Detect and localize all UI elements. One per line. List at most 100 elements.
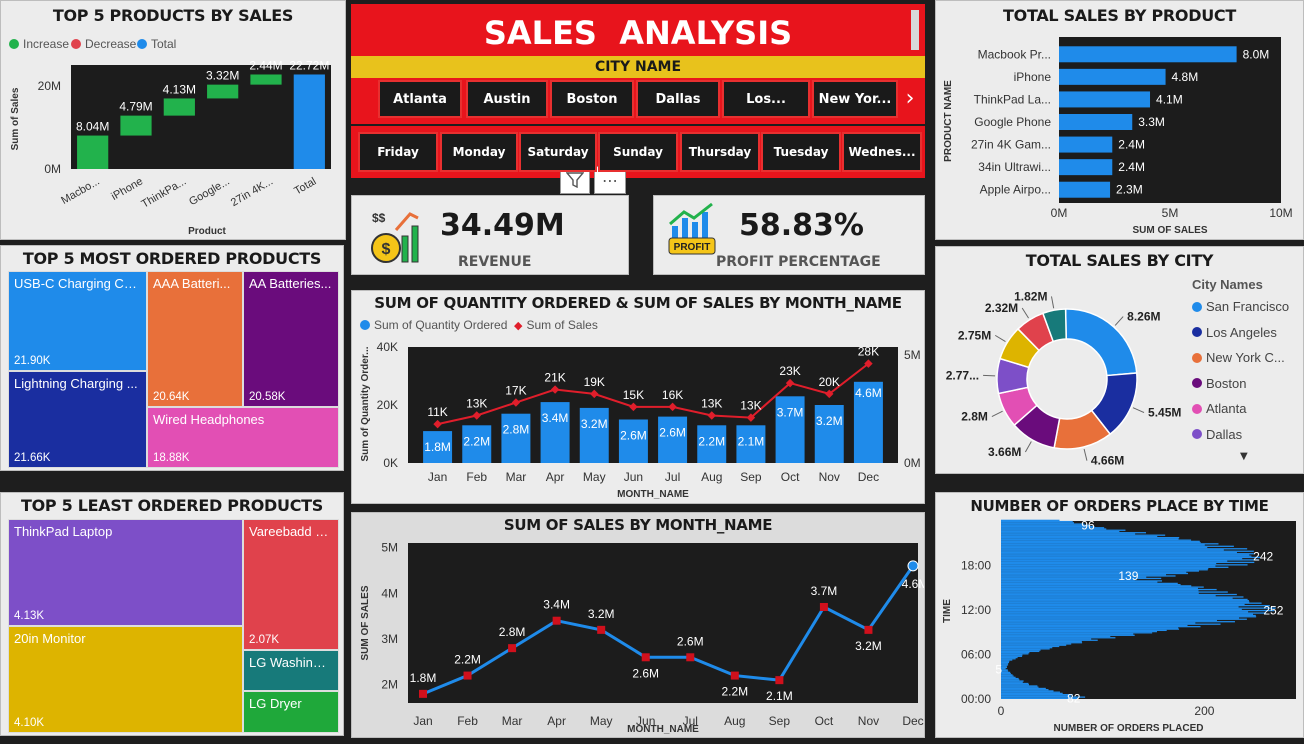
legend-item[interactable]: Boston bbox=[1192, 376, 1246, 391]
treemap-tile-lightning[interactable]: Lightning Charging ... 21.66K bbox=[8, 371, 147, 468]
time-bar bbox=[1001, 655, 1023, 657]
sales-by-product-panel: TOTAL SALES BY PRODUCT 8.0M Macbook Pr...… bbox=[935, 0, 1304, 240]
city-button-4[interactable]: Dallas bbox=[636, 80, 720, 118]
legend-label: Boston bbox=[1206, 375, 1247, 391]
x-tick-label: ThinkPa... bbox=[140, 175, 189, 210]
y-axis-label: Sum of Quantity Order... bbox=[360, 346, 371, 461]
time-bar bbox=[1001, 651, 1030, 654]
time-bar bbox=[1001, 648, 1050, 650]
legend-item[interactable]: Los Angeles bbox=[1192, 325, 1277, 340]
time-bar bbox=[1001, 561, 1255, 564]
qty-sales-chart[interactable]: 0K 20K 40K 0M 5M Sum of Quantity Order... MONT… bbox=[352, 291, 925, 504]
sales-by-product-chart[interactable]: 8.0M Macbook Pr... 4.8M iPhone 4.1M ThinkPad … bbox=[936, 1, 1304, 240]
profit-card: PROFIT 58.83% PROFIT PERCENTAGE bbox=[653, 195, 925, 275]
line-marker bbox=[775, 676, 784, 685]
time-bar bbox=[1001, 595, 1216, 597]
day-button-3[interactable]: Saturday bbox=[519, 132, 597, 172]
time-bar bbox=[1001, 695, 1071, 697]
time-bar bbox=[1001, 614, 1256, 617]
time-bar bbox=[1001, 675, 1014, 677]
sales-data-label: 1.8M bbox=[424, 440, 451, 454]
day-button-5[interactable]: Thursday bbox=[680, 132, 760, 172]
time-bar bbox=[1001, 624, 1188, 627]
city-button-5[interactable]: Los... bbox=[722, 80, 810, 118]
scrollbar-handle[interactable] bbox=[911, 10, 919, 50]
top5-products-panel: TOP 5 PRODUCTS BY SALES Increase Decreas… bbox=[0, 0, 346, 240]
data-label: 3.7M bbox=[811, 584, 838, 598]
time-bar bbox=[1001, 530, 1120, 533]
city-button-3[interactable]: Boston bbox=[550, 80, 634, 118]
treemap-tile-20in-monitor[interactable]: 20in Monitor 4.10K bbox=[8, 626, 243, 733]
time-bar bbox=[1001, 556, 1261, 559]
leader-line bbox=[994, 334, 1006, 343]
time-bar bbox=[1001, 603, 1245, 606]
day-button-6[interactable]: Tuesday bbox=[761, 132, 841, 172]
panel-title: TOP 5 LEAST ORDERED PRODUCTS bbox=[21, 496, 323, 515]
line-marker bbox=[730, 671, 739, 680]
treemap-tile-lg-washing[interactable]: LG Washing ... bbox=[243, 650, 339, 691]
quantity-data-label: 15K bbox=[623, 388, 644, 402]
legend-label: New York C... bbox=[1206, 350, 1285, 365]
x-tick-label: 200 bbox=[1194, 704, 1214, 718]
treemap-tile-aa-batteries[interactable]: AA Batteries... 20.58K bbox=[243, 271, 339, 407]
y-axis-label: SUM OF SALES bbox=[360, 585, 371, 660]
orders-by-time-chart[interactable]: 00:0006:0012:0018:000 200NUMBER OF ORDERS… bbox=[936, 493, 1304, 738]
time-bar bbox=[1001, 689, 1049, 691]
x-tick-label: Jan bbox=[428, 470, 447, 484]
x-tick-label: Apr bbox=[546, 470, 565, 484]
y-tick-label: 20K bbox=[377, 398, 398, 412]
x-tick-label: Sep bbox=[769, 714, 791, 728]
legend-swatch bbox=[1192, 301, 1202, 312]
time-bar bbox=[1001, 551, 1237, 554]
y-tick-label: 3M bbox=[381, 632, 398, 646]
leader-line bbox=[991, 410, 1003, 418]
sales-by-month-chart[interactable]: 2M3M4M5MSUM OF SALESMONTH_NAME1.8MJan2.2… bbox=[352, 513, 925, 738]
treemap-tile-vareebadd[interactable]: Vareebadd P... 2.07K bbox=[243, 519, 339, 650]
treemap-tile-lg-dryer[interactable]: LG Dryer bbox=[243, 691, 339, 733]
more-options-icon: ⋯ bbox=[602, 170, 618, 190]
treemap-tile-aaa-batteries[interactable]: AAA Batteri... 20.64K bbox=[147, 271, 243, 407]
city-button-2[interactable]: Austin bbox=[466, 80, 548, 118]
leader-line bbox=[1132, 407, 1145, 413]
time-bar bbox=[1001, 534, 1166, 536]
city-button-6[interactable]: New Yor... bbox=[812, 80, 898, 118]
legend-item[interactable]: San Francisco bbox=[1192, 299, 1289, 314]
treemap-tile-wired-headphones[interactable]: Wired Headphones 18.88K bbox=[147, 407, 339, 468]
time-bar bbox=[1001, 661, 1010, 664]
treemap-tile-thinkpad[interactable]: ThinkPad Laptop 4.13K bbox=[8, 519, 243, 626]
waterfall-chart[interactable]: 0M 20M Sum of Sales Product 8.04M Macbo... 4.7… bbox=[1, 1, 346, 240]
city-name-bar: CITY NAME bbox=[351, 56, 925, 78]
time-bar bbox=[1001, 565, 1216, 567]
time-bar bbox=[1001, 571, 1187, 573]
quantity-data-label: 16K bbox=[662, 388, 683, 402]
data-label: 252 bbox=[1263, 604, 1283, 618]
time-bar bbox=[1001, 524, 1090, 526]
slice-label: 8.26M bbox=[1127, 310, 1160, 324]
quantity-data-label: 20K bbox=[819, 375, 840, 389]
plot-area bbox=[71, 65, 331, 169]
y2-tick-label: 5M bbox=[904, 348, 921, 362]
legend-swatch bbox=[1192, 429, 1202, 439]
next-page-button[interactable]: › bbox=[898, 80, 922, 116]
legend-scroll-button[interactable]: ▼ bbox=[1240, 451, 1248, 462]
x-tick-label: Aug bbox=[701, 470, 722, 484]
day-button-2[interactable]: Monday bbox=[440, 132, 518, 172]
legend-item[interactable]: New York C... bbox=[1192, 350, 1285, 365]
legend-item[interactable]: Atlanta bbox=[1192, 401, 1246, 416]
time-bar bbox=[1001, 658, 1016, 660]
time-bar bbox=[1001, 619, 1217, 622]
time-bar bbox=[1001, 674, 1013, 676]
treemap-tile-usb-c[interactable]: USB-C Charging Ca... 21.90K bbox=[8, 271, 147, 371]
day-button-7[interactable]: Wednes... bbox=[842, 132, 922, 172]
quantity-bar bbox=[501, 413, 531, 463]
legend-item[interactable]: Dallas bbox=[1192, 427, 1242, 442]
y-tick-label: ThinkPad La... bbox=[974, 92, 1051, 106]
panel-title: TOP 5 MOST ORDERED PRODUCTS bbox=[22, 249, 322, 268]
day-button-4[interactable]: Sunday bbox=[598, 132, 678, 172]
time-bar bbox=[1001, 693, 1073, 696]
time-bar bbox=[1001, 588, 1217, 591]
city-button-1[interactable]: Atlanta bbox=[378, 80, 462, 118]
day-button-1[interactable]: Friday bbox=[358, 132, 438, 172]
time-bar bbox=[1001, 555, 1252, 557]
time-bar bbox=[1001, 540, 1200, 543]
